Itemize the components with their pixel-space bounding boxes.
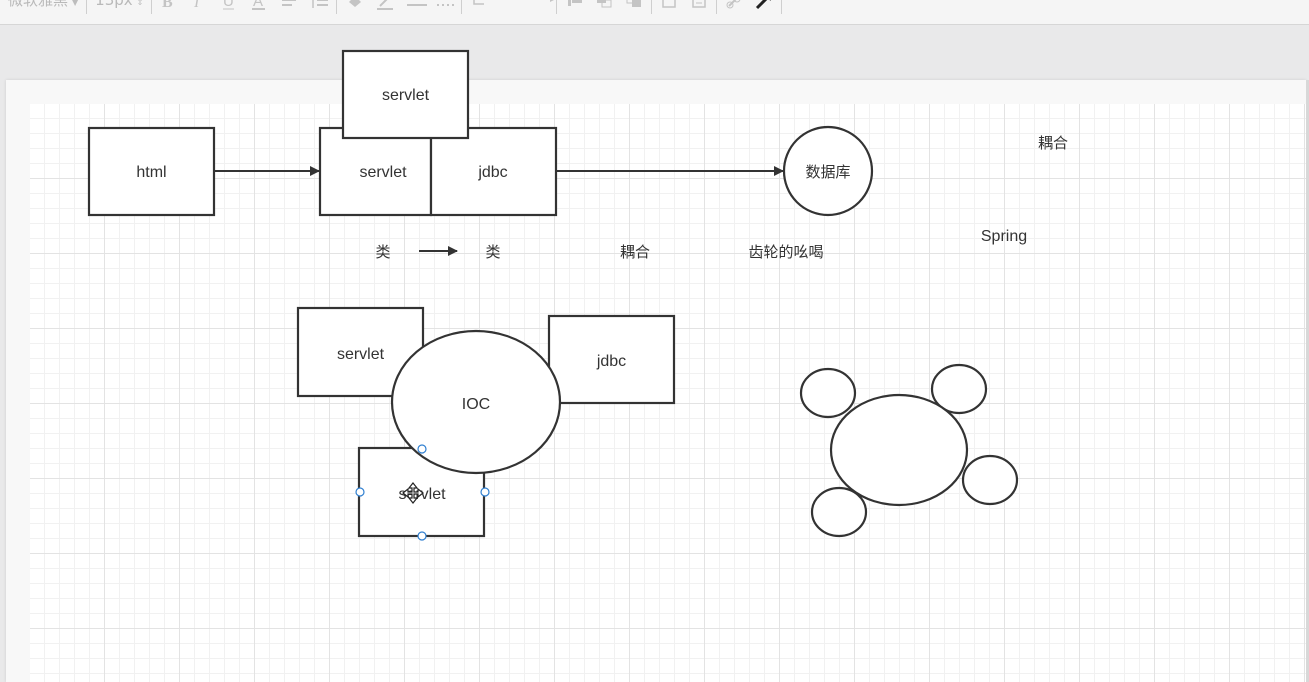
spring-text[interactable]: Spring	[981, 228, 1027, 245]
class-text-right[interactable]: 类	[485, 243, 500, 261]
jdbc-box-right-label: jdbc	[596, 353, 626, 370]
selection-handle-bottom[interactable]	[417, 531, 427, 541]
jdbc-box-top[interactable]: jdbc	[429, 126, 558, 217]
database-label: 数据库	[805, 163, 850, 181]
servlet-box-top-label: servlet	[382, 87, 430, 104]
servlet-box-left-label: servlet	[337, 346, 385, 363]
selection-handle-top[interactable]	[417, 444, 427, 454]
coupling-text-top[interactable]: 耦合	[1038, 134, 1068, 152]
gear-small-right[interactable]	[961, 454, 1019, 506]
gear-small-top-left[interactable]	[799, 367, 857, 419]
html-box-label: html	[136, 164, 166, 181]
database-circle[interactable]: 数据库	[782, 125, 874, 217]
html-box[interactable]: html	[87, 126, 216, 217]
jdbc-box-right[interactable]: jdbc	[547, 314, 676, 405]
gear-cluster	[799, 363, 1019, 538]
gear-mesh-text[interactable]: 齿轮的吆喝	[748, 243, 823, 261]
diagram-canvas: html servlet jdbc servlet 数据库 耦合 类 类 耦合 …	[87, 49, 1068, 541]
gear-large-center[interactable]	[829, 393, 969, 507]
class-text-left[interactable]: 类	[375, 243, 390, 261]
ioc-label: IOC	[462, 396, 490, 413]
servlet-box-top[interactable]: servlet	[341, 49, 470, 140]
selection-handle-right[interactable]	[480, 487, 490, 497]
gear-small-bottom-left[interactable]	[810, 486, 868, 538]
servlet-box-middle-label: servlet	[359, 164, 407, 181]
selection-handle-left[interactable]	[355, 487, 365, 497]
servlet-box-middle[interactable]: servlet	[318, 126, 433, 217]
ioc-ellipse[interactable]: IOC	[390, 329, 562, 475]
jdbc-box-top-label: jdbc	[477, 164, 507, 181]
coupling-text-mid[interactable]: 耦合	[620, 243, 650, 261]
